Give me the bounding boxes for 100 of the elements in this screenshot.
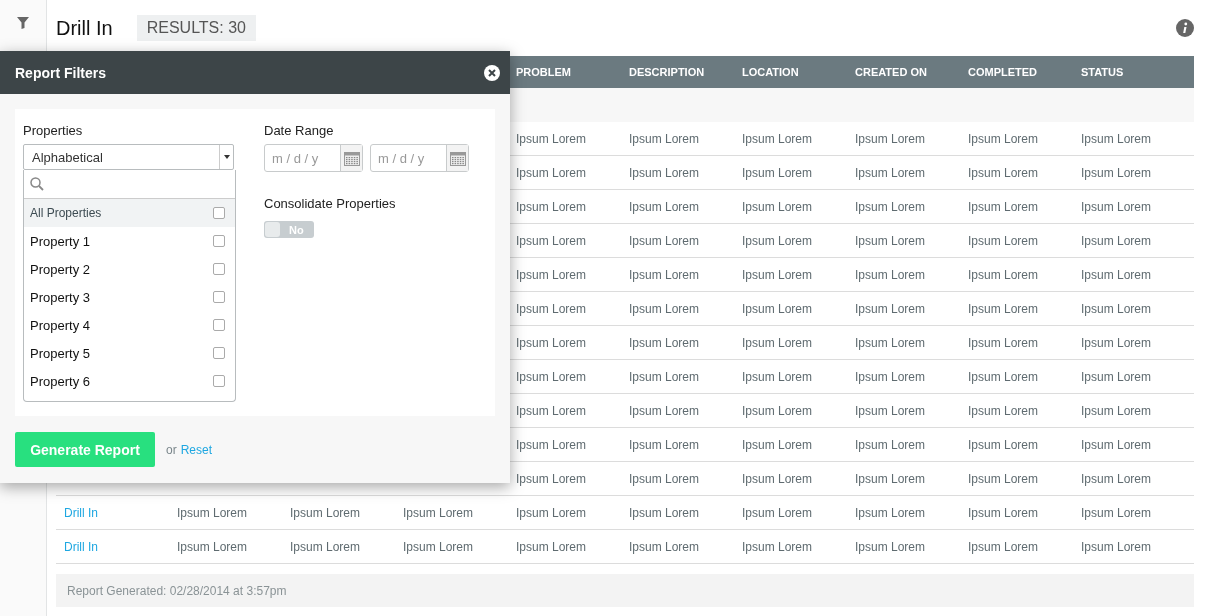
table-cell-text: Ipsum Lorem [742, 165, 814, 180]
checkbox[interactable] [213, 347, 225, 359]
table-cell-text: Ipsum Lorem [968, 471, 1040, 486]
calendar-button[interactable] [446, 145, 468, 171]
table-cell-text: Ipsum Lorem [968, 505, 1040, 520]
table-cell-text: Ipsum Lorem [742, 403, 814, 418]
table-cell-text: Ipsum Lorem [516, 369, 588, 384]
panel-title: Report Filters [15, 64, 106, 81]
checkbox[interactable] [213, 207, 225, 219]
table-cell-text: Ipsum Lorem [855, 505, 927, 520]
date-input[interactable]: m / d / y [371, 145, 446, 171]
table-cell-text: Ipsum Lorem [1081, 335, 1153, 350]
calendar-icon [449, 150, 466, 166]
table-cell-text: Ipsum Lorem [855, 131, 927, 146]
table-cell-text: Ipsum Lorem [629, 505, 701, 520]
field-label: Date Range [264, 123, 335, 138]
filter-icon[interactable] [17, 17, 29, 29]
sort-select[interactable]: Alphabetical [23, 144, 234, 170]
property-item[interactable]: Property 2 [24, 255, 235, 283]
table-cell-text: Ipsum Lorem [629, 199, 701, 214]
table-cell-text: Ipsum Lorem [290, 505, 362, 520]
property-item[interactable]: All Properties [24, 199, 235, 227]
table-cell-text: Ipsum Lorem [1081, 369, 1153, 384]
info-icon[interactable] [1176, 19, 1194, 37]
report-generated-note: Report Generated: 02/28/2014 at 3:57pm [56, 574, 1194, 607]
table-cell-text: Ipsum Lorem [629, 165, 701, 180]
table-cell-text: Ipsum Lorem [742, 131, 814, 146]
table-cell-text: Ipsum Lorem [629, 233, 701, 248]
close-button[interactable] [484, 64, 500, 81]
table-cell-text: Ipsum Lorem [516, 267, 588, 282]
table-cell-text: Ipsum Lorem [629, 267, 701, 282]
table-cell-text: Ipsum Lorem [855, 403, 927, 418]
caret-icon [223, 155, 230, 159]
table-cell-text: Ipsum Lorem [1081, 131, 1153, 146]
table-cell-text: Ipsum Lorem [629, 539, 701, 554]
table-cell-text: Ipsum Lorem [742, 505, 814, 520]
table-cell-text: Ipsum Lorem [742, 233, 814, 248]
table-cell-text: Ipsum Lorem [516, 437, 588, 452]
table-cell-text: Ipsum Lorem [855, 233, 927, 248]
table-cell-text: Ipsum Lorem [629, 471, 701, 486]
table-cell-text: Ipsum Lorem [1081, 301, 1153, 316]
search-icon [30, 177, 44, 191]
property-item[interactable]: Property 3 [24, 283, 235, 311]
or-text: or [166, 442, 177, 457]
table-cell-text: Ipsum Lorem [742, 437, 814, 452]
table-cell-text: Ipsum Lorem [855, 335, 927, 350]
table-cell-text: Ipsum Lorem [742, 335, 814, 350]
table-cell-text: Ipsum Lorem [968, 335, 1040, 350]
table-cell-text: Ipsum Lorem [855, 267, 927, 282]
table-cell-text: Ipsum Lorem [968, 131, 1040, 146]
table-cell-text: Ipsum Lorem [403, 539, 475, 554]
table-cell-text: Ipsum Lorem [629, 335, 701, 350]
table-cell-text: Ipsum Lorem [968, 233, 1040, 248]
table-cell-text: Ipsum Lorem [855, 165, 927, 180]
table-cell-text: Ipsum Lorem [516, 233, 588, 248]
date-field[interactable]: m / d / y [264, 144, 363, 172]
checkbox[interactable] [213, 235, 225, 247]
property-label: Property 2 [30, 261, 90, 277]
column-header: DESCRIPTION [629, 66, 706, 78]
checkbox[interactable] [213, 263, 225, 275]
table-cell-text: Ipsum Lorem [1081, 165, 1153, 180]
column-header: STATUS [1081, 66, 1125, 78]
table-cell-text: Ipsum Lorem [968, 369, 1040, 384]
checkbox[interactable] [213, 319, 225, 331]
property-item[interactable]: Property 4 [24, 311, 235, 339]
table-cell-text: Ipsum Lorem [629, 437, 701, 452]
table-cell-text: Ipsum Lorem [855, 539, 927, 554]
checkbox[interactable] [213, 375, 225, 387]
date-field[interactable]: m / d / y [370, 144, 469, 172]
table-cell-text: Ipsum Lorem [855, 471, 927, 486]
table-cell-text: Ipsum Lorem [1081, 437, 1153, 452]
checkbox[interactable] [213, 291, 225, 303]
column-header: COMPLETED [968, 66, 1039, 78]
property-item[interactable]: Property 5 [24, 339, 235, 367]
table-cell-text: Ipsum Lorem [629, 301, 701, 316]
table-cell-text: Ipsum Lorem [1081, 199, 1153, 214]
table-cell-text: Ipsum Lorem [855, 369, 927, 384]
property-item[interactable]: Property 6 [24, 367, 235, 395]
table-cell-text: Ipsum Lorem [742, 471, 814, 486]
table-cell-text: Ipsum Lorem [516, 165, 588, 180]
table-cell-text: Ipsum Lorem [177, 505, 249, 520]
table-cell-text: Ipsum Lorem [742, 539, 814, 554]
table-cell-text: Ipsum Lorem [742, 199, 814, 214]
table-cell-text: Ipsum Lorem [516, 335, 588, 350]
calendar-button[interactable] [340, 145, 362, 171]
table-cell-text: Ipsum Lorem [968, 199, 1040, 214]
table-cell-text: Ipsum Lorem [516, 505, 588, 520]
page-title: Drill In [56, 16, 113, 40]
table-cell-text: Ipsum Lorem [629, 369, 701, 384]
table-cell-text: Ipsum Lorem [1081, 505, 1153, 520]
column-header: PROBLEM [516, 66, 572, 78]
date-input[interactable]: m / d / y [265, 145, 340, 171]
field-label: Consolidate Properties [264, 196, 397, 211]
table-cell-text: Ipsum Lorem [177, 539, 249, 554]
results-count: RESULTS: 30 [136, 15, 256, 41]
table-cell-text: Ipsum Lorem [1081, 233, 1153, 248]
table-cell-text: Ipsum Lorem [968, 301, 1040, 316]
table-cell-text: Ipsum Lorem [855, 199, 927, 214]
table-cell-text: Ipsum Lorem [742, 369, 814, 384]
property-item[interactable]: Property 1 [24, 227, 235, 255]
